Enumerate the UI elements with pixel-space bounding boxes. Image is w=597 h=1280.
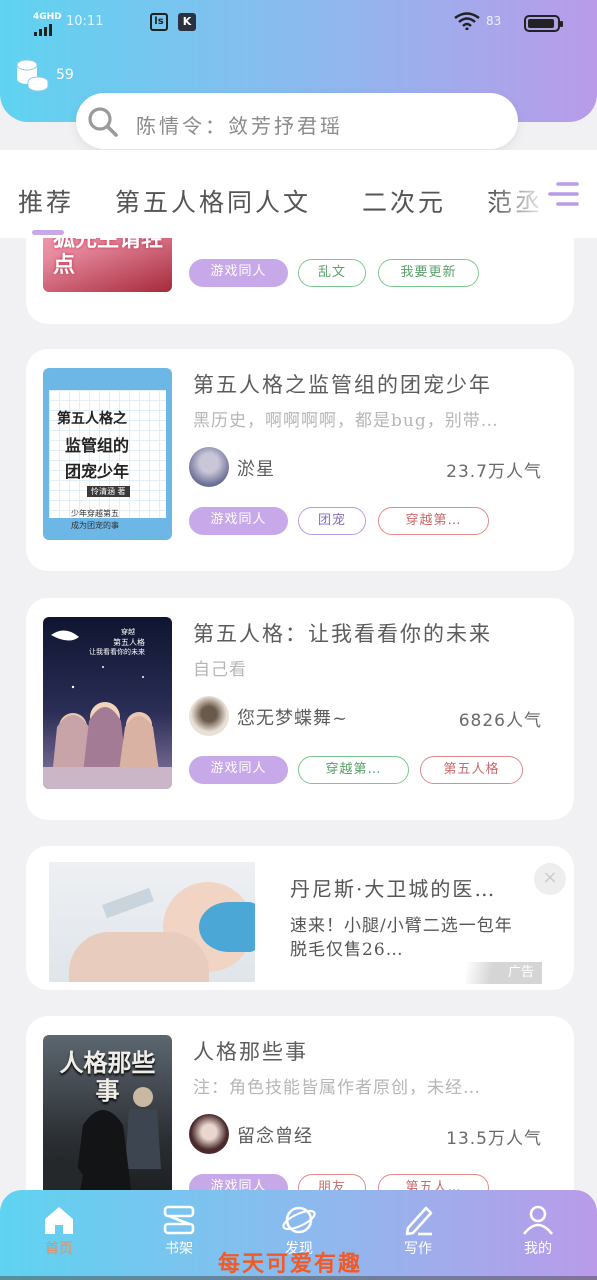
notification-app-icon: ls	[150, 13, 168, 31]
book-description: 注：角色技能皆属作者原创，未经…	[193, 1078, 481, 1098]
search-bar[interactable]: 陈情令：敛芳抒君瑶	[76, 93, 518, 149]
promo-banner-text: 每天可爱有趣	[218, 1251, 363, 1277]
book-tag[interactable]: 第五人格	[420, 756, 523, 784]
tab-fade	[490, 150, 597, 236]
author-avatar[interactable]	[189, 1114, 229, 1154]
book-cover: 第五人格之 监管组的 团宠少年 怜清涵 著 少年穿越第五 成为团宠的事	[43, 368, 172, 540]
book-tag[interactable]: 穿越第…	[298, 756, 409, 784]
popularity-count: 23.7万人气	[446, 462, 542, 482]
planet-icon	[282, 1206, 316, 1234]
book-title[interactable]: 第五人格：让我看看你的未来	[193, 618, 492, 648]
search-placeholder: 陈情令：敛芳抒君瑶	[136, 114, 343, 138]
nav-write-label: 写作	[404, 1241, 432, 1257]
signal-label: 4GHD	[33, 12, 62, 22]
nav-home-label: 首页	[45, 1241, 73, 1257]
cover-author: 怜清涵 著	[87, 486, 130, 497]
book-tag[interactable]: 团宠	[298, 507, 366, 535]
book-title[interactable]: 第五人格之监管组的团宠少年	[193, 369, 492, 399]
search-icon	[88, 107, 118, 137]
book-tag[interactable]: 穿越第…	[378, 507, 489, 535]
cover-line: 成为团宠的事	[71, 521, 119, 530]
notification-k-icon: K	[178, 13, 196, 31]
nav-me[interactable]: 我的	[498, 1204, 578, 1274]
ad-title[interactable]: 丹尼斯·大卫城的医…	[290, 873, 496, 902]
coins-icon[interactable]	[14, 58, 50, 92]
close-icon[interactable]: ×	[534, 863, 566, 895]
ad-badge: 广告	[466, 962, 542, 984]
book-card[interactable]: 穿越 第五人格 让我看看你的未来 第五人格：让我看看你的未来 自己看 您无梦蝶舞…	[26, 598, 574, 820]
cover-line: 监管组的	[65, 436, 130, 455]
author-name[interactable]: 您无梦蝶舞~	[237, 704, 348, 730]
book-cover: 狐先生请轻点	[43, 238, 172, 292]
battery-percent: 83	[486, 14, 502, 28]
tab-identity-v-fanfic[interactable]: 第五人格同人文	[115, 183, 311, 219]
battery-icon	[524, 15, 563, 32]
category-tabs: 推荐 第五人格同人文 二次元 范丞	[0, 150, 597, 238]
nav-me-label: 我的	[524, 1241, 552, 1257]
popularity-count: 6826人气	[458, 711, 542, 731]
person-icon	[522, 1205, 554, 1235]
nav-home[interactable]: 首页	[19, 1204, 99, 1274]
wifi-icon	[454, 12, 480, 30]
home-indicator	[0, 1276, 597, 1280]
cover-line: 第五人格之	[57, 411, 127, 427]
ad-description: 速来！小腿/小臂二选一包年脱毛仅售26…	[290, 916, 513, 960]
book-card[interactable]: 人格那些事 人格那些事 注：角色技能皆属作者原创，未经… 留念曾经 13.5万人…	[26, 1016, 574, 1194]
ad-card[interactable]: 丹尼斯·大卫城的医… 速来！小腿/小臂二选一包年脱毛仅售26… × 广告	[26, 846, 574, 990]
bottom-navigation: 首页 书架 发现 写作 我的 每天可爱有趣	[0, 1190, 597, 1280]
ad-image	[49, 862, 255, 982]
book-card[interactable]: 狐先生请轻点 游戏同人 乱文 我要更新	[26, 238, 574, 324]
status-bar: 4GHD 10:11 ls K 83	[0, 8, 597, 38]
book-cover: 穿越 第五人格 让我看看你的未来	[43, 617, 172, 789]
active-tab-indicator	[32, 230, 64, 235]
tab-anime[interactable]: 二次元	[362, 183, 446, 219]
author-avatar[interactable]	[189, 696, 229, 736]
status-time: 10:11	[66, 14, 104, 29]
author-name[interactable]: 淤星	[237, 455, 275, 481]
author-name[interactable]: 留念曾经	[237, 1122, 313, 1148]
nav-bookshelf[interactable]: 书架	[139, 1204, 219, 1274]
cover-line: 团宠少年	[65, 462, 130, 481]
coin-count: 59	[56, 67, 74, 83]
header: 4GHD 10:11 ls K 83 59 陈情令：敛芳抒君瑶	[0, 0, 597, 149]
book-description: 黑历史，啊啊啊啊，都是bug，别带…	[193, 411, 499, 431]
category-menu-icon[interactable]	[546, 179, 580, 209]
popularity-count: 13.5万人气	[446, 1129, 542, 1149]
tab-recommend[interactable]: 推荐	[18, 183, 74, 219]
book-tag[interactable]: 游戏同人	[189, 507, 288, 535]
book-tag[interactable]: 我要更新	[378, 259, 479, 287]
book-cover: 人格那些事	[43, 1035, 172, 1194]
bookshelf-icon	[163, 1205, 195, 1235]
nav-write[interactable]: 写作	[378, 1204, 458, 1274]
pen-icon	[405, 1206, 433, 1236]
book-card[interactable]: 第五人格之 监管组的 团宠少年 怜清涵 著 少年穿越第五 成为团宠的事 第五人格…	[26, 349, 574, 571]
cover-illustration	[43, 1087, 161, 1194]
cover-title: 狐先生请轻点	[53, 238, 164, 278]
book-tag[interactable]: 游戏同人	[189, 259, 288, 287]
nav-bookshelf-label: 书架	[165, 1241, 193, 1257]
book-description: 自己看	[193, 660, 247, 680]
signal-icon	[34, 24, 58, 36]
book-tag[interactable]: 乱文	[298, 259, 366, 287]
book-tag[interactable]: 游戏同人	[189, 756, 288, 784]
book-title[interactable]: 人格那些事	[193, 1036, 308, 1066]
author-avatar[interactable]	[189, 447, 229, 487]
cover-line: 少年穿越第五	[71, 509, 119, 518]
home-icon	[45, 1207, 73, 1234]
cover-illustration	[43, 630, 172, 789]
book-feed: 狐先生请轻点 游戏同人 乱文 我要更新 第五人格之 监管组的 团宠少年 怜清涵 …	[0, 238, 597, 1194]
